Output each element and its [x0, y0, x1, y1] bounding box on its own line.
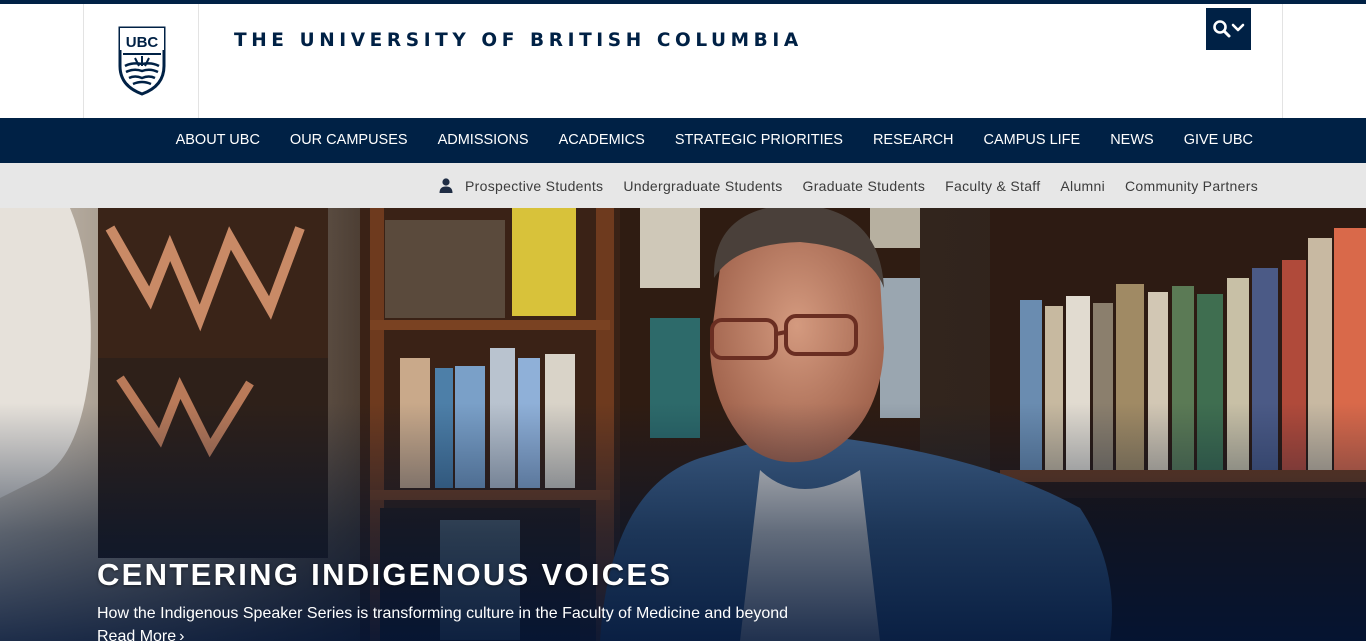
audience-item-graduate-students[interactable]: Graduate Students [793, 178, 936, 194]
nav-item-give-ubc[interactable]: GIVE UBC [1169, 118, 1268, 163]
audience-nav: Prospective Students Undergraduate Stude… [0, 163, 1366, 208]
audience-item-faculty-staff[interactable]: Faculty & Staff [935, 178, 1050, 194]
nav-item-campus-life[interactable]: CAMPUS LIFE [969, 118, 1096, 163]
brand-bar: UBC THE UNIVERSITY OF BRITISH COLUMBIA [0, 4, 1366, 118]
nav-item-about-ubc[interactable]: ABOUT UBC [161, 118, 275, 163]
audience-item-prospective-students[interactable]: Prospective Students [429, 178, 613, 194]
hero-subtitle: How the Indigenous Speaker Series is tra… [97, 605, 789, 622]
nav-item-research[interactable]: RESEARCH [858, 118, 969, 163]
audience-item-undergraduate-students[interactable]: Undergraduate Students [613, 178, 792, 194]
audience-item-label: Prospective Students [465, 177, 604, 194]
nav-item-news[interactable]: NEWS [1095, 118, 1169, 163]
hero-title[interactable]: CENTERING INDIGENOUS VOICES [97, 557, 672, 593]
hero-banner[interactable]: CENTERING INDIGENOUS VOICES How the Indi… [0, 208, 1366, 641]
read-more-link[interactable]: Read More › [97, 628, 184, 641]
search-toggle-button[interactable] [1206, 8, 1251, 50]
ubc-crest-icon: UBC [118, 26, 166, 96]
primary-nav: ABOUT UBC OUR CAMPUSES ADMISSIONS ACADEM… [0, 118, 1366, 163]
site-title[interactable]: THE UNIVERSITY OF BRITISH COLUMBIA [234, 30, 803, 51]
audience-item-community-partners[interactable]: Community Partners [1115, 178, 1268, 194]
nav-item-our-campuses[interactable]: OUR CAMPUSES [275, 118, 423, 163]
search-icon [1213, 20, 1245, 38]
chevron-right-icon: › [179, 628, 185, 641]
audience-item-alumni[interactable]: Alumni [1050, 178, 1115, 194]
person-icon [439, 177, 453, 193]
nav-item-academics[interactable]: ACADEMICS [544, 118, 660, 163]
nav-item-admissions[interactable]: ADMISSIONS [423, 118, 544, 163]
ubc-logo[interactable]: UBC [84, 4, 199, 118]
read-more-label: Read More [97, 628, 177, 641]
brand-frame: UBC THE UNIVERSITY OF BRITISH COLUMBIA [83, 4, 1283, 118]
nav-item-strategic-priorities[interactable]: STRATEGIC PRIORITIES [660, 118, 858, 163]
logo-text: UBC [126, 34, 159, 51]
